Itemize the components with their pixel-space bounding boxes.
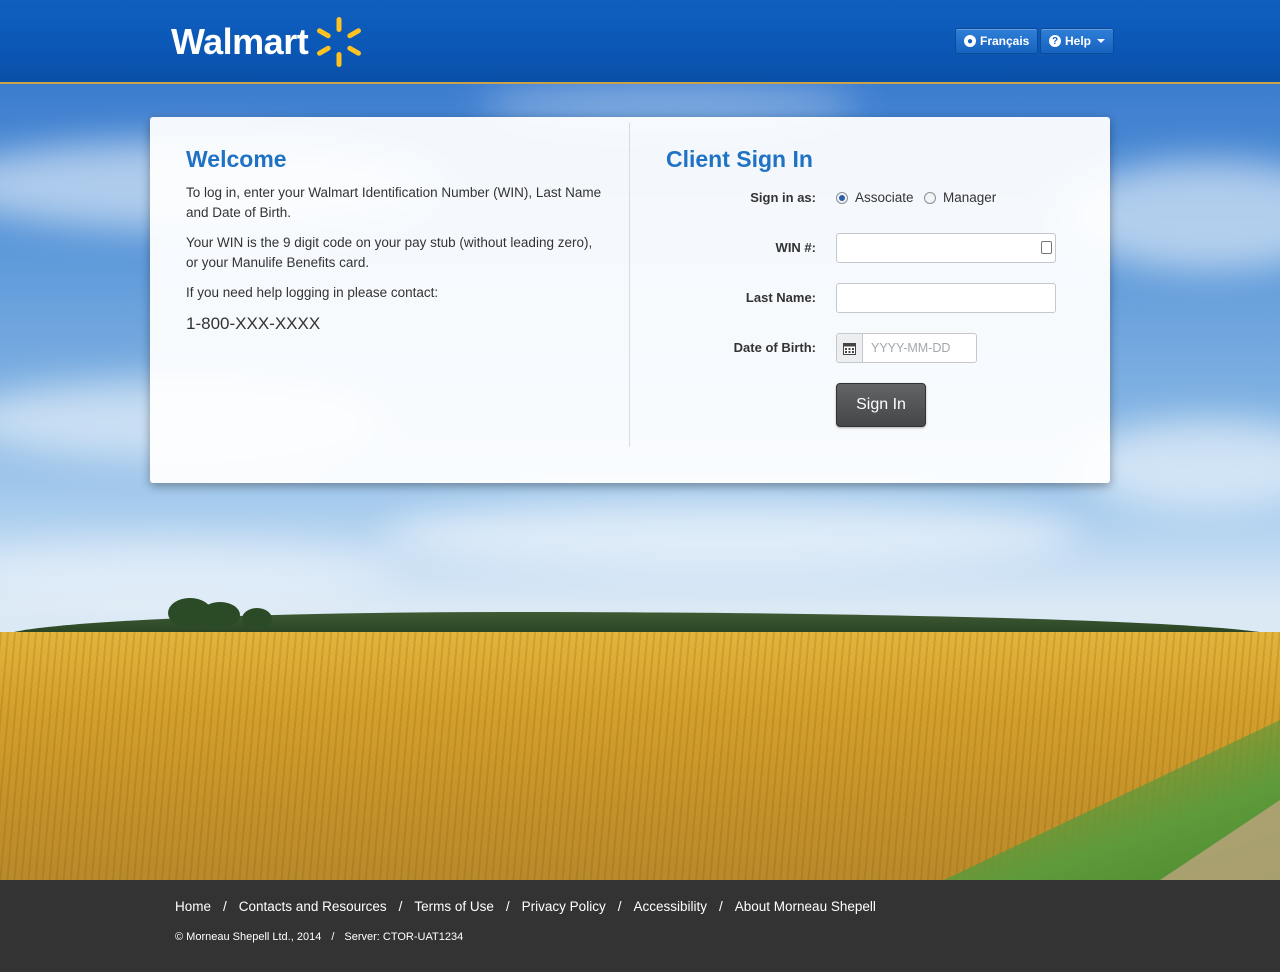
radio-manager[interactable]: Manager bbox=[924, 190, 996, 205]
footer-separator: / bbox=[505, 899, 510, 914]
sign-in-button[interactable]: Sign In bbox=[836, 383, 926, 427]
sign-in-as-label: Sign in as: bbox=[750, 190, 816, 205]
contact-card-icon bbox=[1041, 241, 1052, 254]
spark-icon bbox=[317, 17, 362, 67]
column-divider bbox=[629, 123, 630, 447]
help-dropdown-button[interactable]: ? Help bbox=[1040, 28, 1115, 54]
cloud bbox=[1080, 420, 1280, 510]
footer-copyright-row: © Morneau Shepell Ltd., 2014 / Server: C… bbox=[175, 931, 463, 943]
tree bbox=[200, 602, 240, 628]
logo-wordmark: Walmart bbox=[171, 21, 309, 62]
tree bbox=[242, 608, 272, 630]
footer-link-about[interactable]: About Morneau Shepell bbox=[735, 899, 876, 914]
caret-down-icon bbox=[1097, 39, 1106, 43]
win-input[interactable] bbox=[836, 233, 1056, 263]
footer-link-contacts[interactable]: Contacts and Resources bbox=[239, 899, 387, 914]
walmart-logo[interactable]: Walmart bbox=[171, 17, 366, 67]
footer-links: Home / Contacts and Resources / Terms of… bbox=[175, 899, 876, 914]
welcome-win-info: Your WIN is the 9 digit code on your pay… bbox=[186, 235, 593, 270]
dob-label: Date of Birth: bbox=[733, 340, 816, 355]
radio-button-selected[interactable] bbox=[836, 191, 848, 204]
radio-associate[interactable]: Associate bbox=[836, 190, 914, 205]
radio-manager-label: Manager bbox=[943, 190, 997, 205]
cloud bbox=[380, 500, 1080, 570]
sign-in-title: Client Sign In bbox=[666, 146, 813, 172]
copyright-text: © Morneau Shepell Ltd., 2014 bbox=[175, 931, 322, 943]
question-icon: ? bbox=[1049, 35, 1061, 47]
dob-input[interactable]: YYYY-MM-DD bbox=[863, 334, 950, 362]
help-button-label: Help bbox=[1065, 34, 1092, 48]
footer-separator: / bbox=[398, 899, 403, 914]
footer-separator: / bbox=[223, 899, 227, 914]
footer-separator: / bbox=[617, 899, 622, 914]
footer-link-accessibility[interactable]: Accessibility bbox=[633, 899, 707, 914]
radio-button[interactable] bbox=[924, 191, 936, 204]
footer-link-home[interactable]: Home bbox=[175, 899, 211, 914]
last-name-input[interactable] bbox=[836, 283, 1056, 313]
last-name-label: Last Name: bbox=[745, 290, 816, 305]
footer-link-privacy[interactable]: Privacy Policy bbox=[522, 899, 606, 914]
globe-icon: ● bbox=[964, 35, 976, 47]
calendar-icon bbox=[843, 342, 856, 355]
footer-link-terms[interactable]: Terms of Use bbox=[414, 899, 494, 914]
dob-input-group[interactable]: YYYY-MM-DD bbox=[836, 333, 977, 363]
help-phone-number: 1-800-XXX-XXXX bbox=[186, 314, 321, 333]
language-button[interactable]: ● Français bbox=[955, 28, 1039, 54]
footer-separator: / bbox=[331, 931, 335, 943]
calendar-button[interactable] bbox=[837, 334, 863, 362]
language-button-label: Français bbox=[980, 34, 1030, 48]
welcome-help-text: If you need help logging in please conta… bbox=[186, 285, 439, 300]
cloud bbox=[0, 540, 400, 600]
server-text: Server: CTOR-UAT1234 bbox=[344, 931, 464, 943]
login-card: Welcome To log in, enter your Walmart Id… bbox=[150, 117, 1110, 483]
footer-separator: / bbox=[719, 899, 723, 914]
radio-associate-label: Associate bbox=[855, 190, 914, 205]
welcome-instructions: To log in, enter your Walmart Identifica… bbox=[186, 185, 602, 220]
win-label: WIN #: bbox=[775, 240, 816, 255]
welcome-title: Welcome bbox=[186, 146, 287, 172]
top-header: Walmart ● Français ? Help bbox=[0, 0, 1280, 84]
footer: Home / Contacts and Resources / Terms of… bbox=[0, 880, 1280, 972]
